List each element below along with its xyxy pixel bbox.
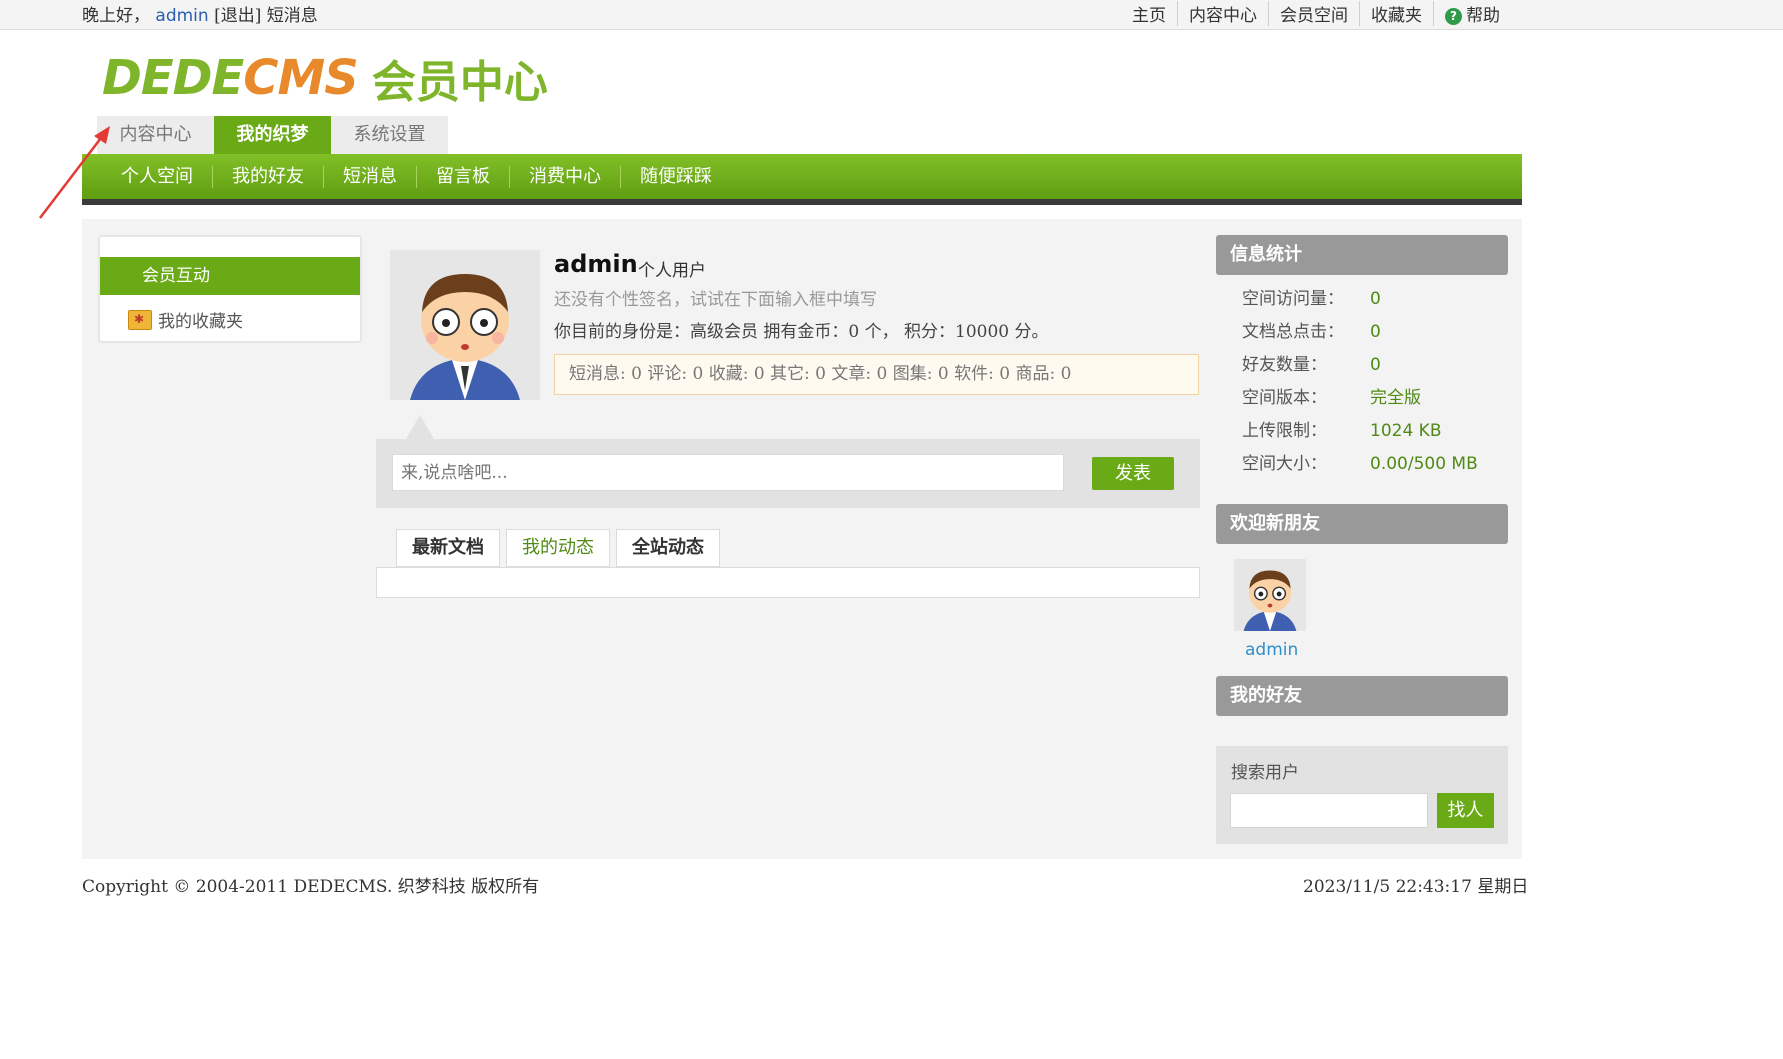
stat-label: 空间版本：	[1242, 388, 1327, 408]
nav-guestbook[interactable]: 留言板	[416, 165, 509, 188]
copyright: Copyright © 2004-2011 DEDECMS. 织梦科技 版权所有	[82, 877, 540, 897]
search-label: 搜索用户	[1231, 763, 1299, 783]
nav-my-friends[interactable]: 我的好友	[212, 165, 323, 188]
logo-member-center: 会员中心	[371, 57, 548, 108]
top-link-home[interactable]: 主页	[1121, 1, 1177, 26]
user-link[interactable]: admin	[155, 6, 208, 26]
feed-tabs: 最新文档 我的动态 全站动态	[396, 529, 726, 567]
publish-button[interactable]: 发表	[1092, 457, 1174, 490]
stat-label: 空间访问量：	[1242, 289, 1344, 309]
nav-random-visit[interactable]: 随便踩踩	[620, 165, 731, 188]
stat-value: 1024 KB	[1370, 421, 1442, 441]
footer-datetime: 2023/11/5 22:43:17 星期日	[1303, 877, 1529, 897]
tab-site-activity[interactable]: 全站动态	[616, 529, 720, 567]
top-link-space[interactable]: 会员空间	[1268, 1, 1359, 26]
stat-label: 上传限制：	[1242, 421, 1327, 441]
stat-value: 0	[1370, 289, 1381, 309]
my-friends-title: 我的好友	[1216, 676, 1508, 716]
stat-value: 0.00/500 MB	[1370, 454, 1478, 474]
logo-dede: DEDE	[102, 50, 244, 106]
stat-value: 完全版	[1370, 388, 1421, 408]
logo[interactable]: DEDE CMS 会员中心	[102, 48, 548, 108]
help-label: 帮助	[1466, 6, 1500, 26]
tab-my-activity[interactable]: 我的动态	[506, 529, 610, 567]
logo-cms: CMS	[243, 50, 359, 106]
friend-name-link[interactable]: admin	[1245, 640, 1298, 660]
left-sidebar: 会员互动 我的收藏夹	[98, 235, 362, 343]
user-search-box: 搜索用户 找人	[1216, 746, 1508, 844]
profile-identity: 你目前的身份是：高级会员 拥有金币：0 个， 积分：10000 分。	[554, 322, 1049, 342]
new-friends-title: 欢迎新朋友	[1216, 504, 1508, 544]
top-link-help[interactable]: ? 帮助	[1433, 1, 1511, 26]
feed-panel	[376, 567, 1200, 598]
tab-system-settings[interactable]: 系统设置	[331, 116, 448, 154]
nav-consumption[interactable]: 消费中心	[509, 165, 620, 188]
folder-icon	[128, 309, 152, 330]
annotation-arrow-icon	[39, 126, 110, 219]
main-content: 会员互动 我的收藏夹 admin 个人用户 还没有个性签名，试试在下面输入框中填…	[82, 219, 1522, 859]
avatar[interactable]	[390, 250, 540, 400]
nav-personal-space[interactable]: 个人空间	[102, 166, 212, 188]
messages-link[interactable]: 短消息	[267, 6, 318, 26]
main-tabs: 内容中心 我的织梦 系统设置	[97, 116, 448, 154]
profile-user-type: 个人用户	[638, 261, 706, 281]
top-link-content[interactable]: 内容中心	[1177, 1, 1268, 26]
user-search-input[interactable]	[1230, 793, 1428, 828]
find-user-button[interactable]: 找人	[1437, 793, 1494, 828]
top-link-favorites[interactable]: 收藏夹	[1359, 1, 1433, 26]
stat-row-upload-limit: 上传限制： 1024 KB	[1242, 416, 1441, 441]
top-bar: 晚上好， admin [退出] 短消息 主页 内容中心 会员空间 收藏夹 ? 帮助	[0, 0, 1783, 30]
stat-row-visits: 空间访问量： 0	[1242, 284, 1381, 309]
stat-label: 空间大小：	[1242, 454, 1327, 474]
greeting-text: 晚上好，	[82, 6, 150, 26]
stat-label: 文档总点击：	[1242, 322, 1344, 342]
stat-row-friends: 好友数量： 0	[1242, 350, 1381, 375]
stat-row-version: 空间版本： 完全版	[1242, 383, 1421, 408]
sidebar-item-favorites[interactable]: 我的收藏夹	[128, 307, 243, 332]
profile-username: admin	[554, 250, 638, 278]
stat-value: 0	[1370, 355, 1381, 375]
stat-row-clicks: 文档总点击： 0	[1242, 317, 1381, 342]
stat-value: 0	[1370, 322, 1381, 342]
friend-avatar[interactable]	[1234, 559, 1306, 631]
post-box: 发表	[376, 415, 1200, 508]
top-links: 主页 内容中心 会员空间 收藏夹 ? 帮助	[1121, 1, 1511, 26]
nav-messages[interactable]: 短消息	[323, 165, 416, 188]
tab-latest-docs[interactable]: 最新文档	[396, 529, 500, 567]
logout-link[interactable]: [退出]	[214, 6, 261, 26]
sub-nav: 个人空间 我的好友 短消息 留言板 消费中心 随便踩踩	[82, 154, 1522, 205]
stat-row-space-size: 空间大小： 0.00/500 MB	[1242, 449, 1478, 474]
tab-my-dede[interactable]: 我的织梦	[214, 116, 331, 154]
stat-label: 好友数量：	[1242, 355, 1327, 375]
stats-title: 信息统计	[1216, 235, 1508, 275]
greeting: 晚上好， admin [退出] 短消息	[82, 1, 318, 26]
sidebar-section-member-interaction[interactable]: 会员互动	[100, 257, 360, 295]
help-icon: ?	[1445, 8, 1462, 25]
status-input[interactable]	[392, 454, 1064, 491]
profile-stats-bar: 短消息: 0 评论: 0 收藏: 0 其它: 0 文章: 0 图集: 0 软件:…	[554, 354, 1199, 395]
profile-signature: 还没有个性签名，试试在下面输入框中填写	[554, 290, 877, 310]
sidebar-item-label: 我的收藏夹	[158, 312, 243, 332]
